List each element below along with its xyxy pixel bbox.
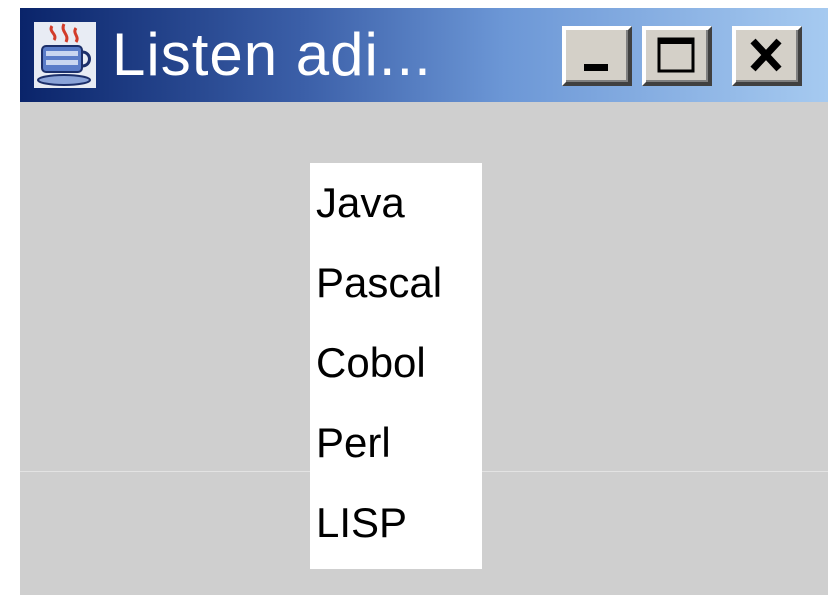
minimize-icon	[584, 64, 608, 71]
title-bar[interactable]: Listen adi...	[20, 8, 828, 102]
maximize-button[interactable]	[642, 26, 712, 86]
maximize-icon	[657, 37, 695, 73]
close-icon	[750, 38, 782, 72]
application-window: Listen adi... Java Pascal Cobol Perl LIS…	[20, 8, 828, 595]
window-title: Listen adi...	[112, 21, 432, 88]
list-item-perl[interactable]: Perl	[310, 403, 482, 483]
list-item-java[interactable]: Java	[310, 163, 482, 243]
window-content: Java Pascal Cobol Perl LISP	[20, 102, 828, 595]
language-list[interactable]: Java Pascal Cobol Perl LISP	[310, 163, 482, 569]
list-item-pascal[interactable]: Pascal	[310, 243, 482, 323]
list-item-lisp[interactable]: LISP	[310, 483, 482, 563]
minimize-button[interactable]	[562, 26, 632, 86]
list-item-cobol[interactable]: Cobol	[310, 323, 482, 403]
close-button[interactable]	[732, 26, 802, 86]
java-cup-icon	[34, 22, 96, 88]
